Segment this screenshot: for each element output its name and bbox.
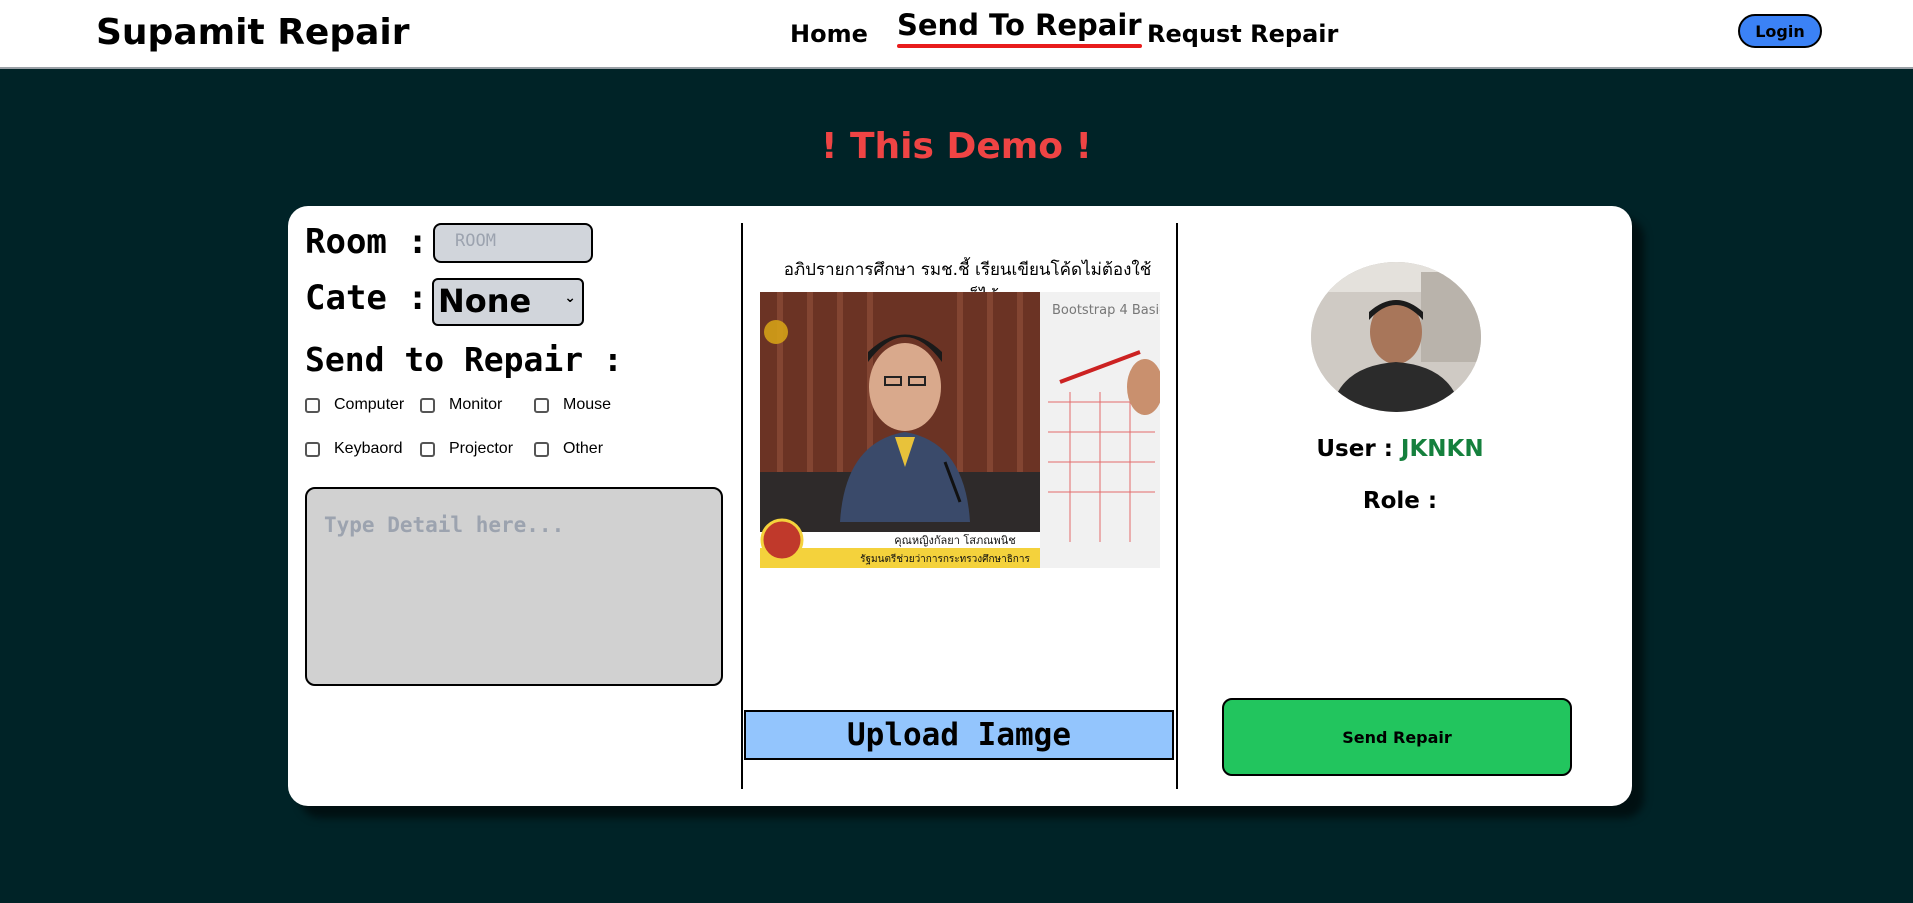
checkbox-label: Projector <box>449 440 514 457</box>
send-repair-button[interactable]: Send Repair <box>1222 698 1572 776</box>
active-nav-underline <box>897 44 1142 48</box>
checkbox-label: Keybaord <box>334 440 403 457</box>
category-selected-value: None <box>438 282 532 320</box>
checkbox-label: Computer <box>334 396 405 413</box>
chevron-down-icon: ⌄ <box>564 290 576 306</box>
avatar <box>1311 262 1481 412</box>
repair-form-card: Room : ROOM Cate : None ⌄ Send to Repair… <box>288 206 1632 806</box>
user-photo <box>1311 262 1481 412</box>
room-input[interactable]: ROOM <box>433 223 593 263</box>
detail-textarea[interactable]: Type Detail here... <box>305 487 723 686</box>
role-label: Role : <box>1362 488 1438 514</box>
user-label: User : <box>1316 436 1393 462</box>
nav-send-to-repair-label: Send To Repair <box>897 8 1142 42</box>
checkbox-label: Mouse <box>563 396 612 413</box>
news-photo-illustration: Bootstrap 4 Basic Grid คุณหญิงกัลยา โสภณ… <box>760 292 1160 568</box>
upload-image-button[interactable]: Upload Iamge <box>744 710 1174 760</box>
user-name: JKNKN <box>1400 436 1484 462</box>
checkbox-mouse[interactable]: Mouse <box>534 396 611 414</box>
brand-logo[interactable]: Supamit Repair <box>96 12 410 53</box>
checkbox-computer[interactable]: Computer <box>305 396 404 414</box>
checkbox-label: Monitor <box>449 396 503 413</box>
checkbox-label: Other <box>563 440 604 457</box>
checkbox-box[interactable] <box>534 397 549 413</box>
column-divider-left <box>741 223 743 789</box>
login-button[interactable]: Login <box>1738 14 1822 48</box>
checkbox-other[interactable]: Other <box>534 440 603 458</box>
nav-home-link[interactable]: Home <box>790 20 868 48</box>
uploaded-image-preview: Bootstrap 4 Basic Grid คุณหญิงกัลยา โสภณ… <box>760 292 1160 568</box>
checkbox-box[interactable] <box>534 441 549 457</box>
room-label: Room : <box>305 222 428 262</box>
checkbox-box[interactable] <box>420 397 435 413</box>
checkbox-box[interactable] <box>420 441 435 457</box>
category-label: Cate : <box>305 278 428 318</box>
send-to-repair-label: Send to Repair : <box>305 340 623 379</box>
checkbox-keyboard[interactable]: Keybaord <box>305 440 403 458</box>
nav-send-to-repair-link[interactable]: Send To Repair <box>897 8 1142 48</box>
nav-request-repair-link[interactable]: Requst Repair <box>1147 20 1338 48</box>
lower-third-title: รัฐมนตรีช่วยว่าการกระทรวงศึกษาธิการ <box>860 553 1030 565</box>
lower-third-name: คุณหญิงกัลยา โสภณพนิช <box>894 533 1015 547</box>
checkbox-projector[interactable]: Projector <box>420 440 513 458</box>
top-navbar: Supamit Repair Home Send To Repair Requs… <box>0 0 1913 69</box>
whiteboard-text: Bootstrap 4 Basic Grid <box>1052 303 1160 318</box>
user-info: User : JKNKN <box>1178 436 1622 462</box>
category-select[interactable]: None ⌄ <box>432 278 584 326</box>
checkbox-box[interactable] <box>305 397 320 413</box>
checkbox-monitor[interactable]: Monitor <box>420 396 502 414</box>
checkbox-box[interactable] <box>305 441 320 457</box>
demo-banner-title: ! This Demo ! <box>821 126 1092 167</box>
